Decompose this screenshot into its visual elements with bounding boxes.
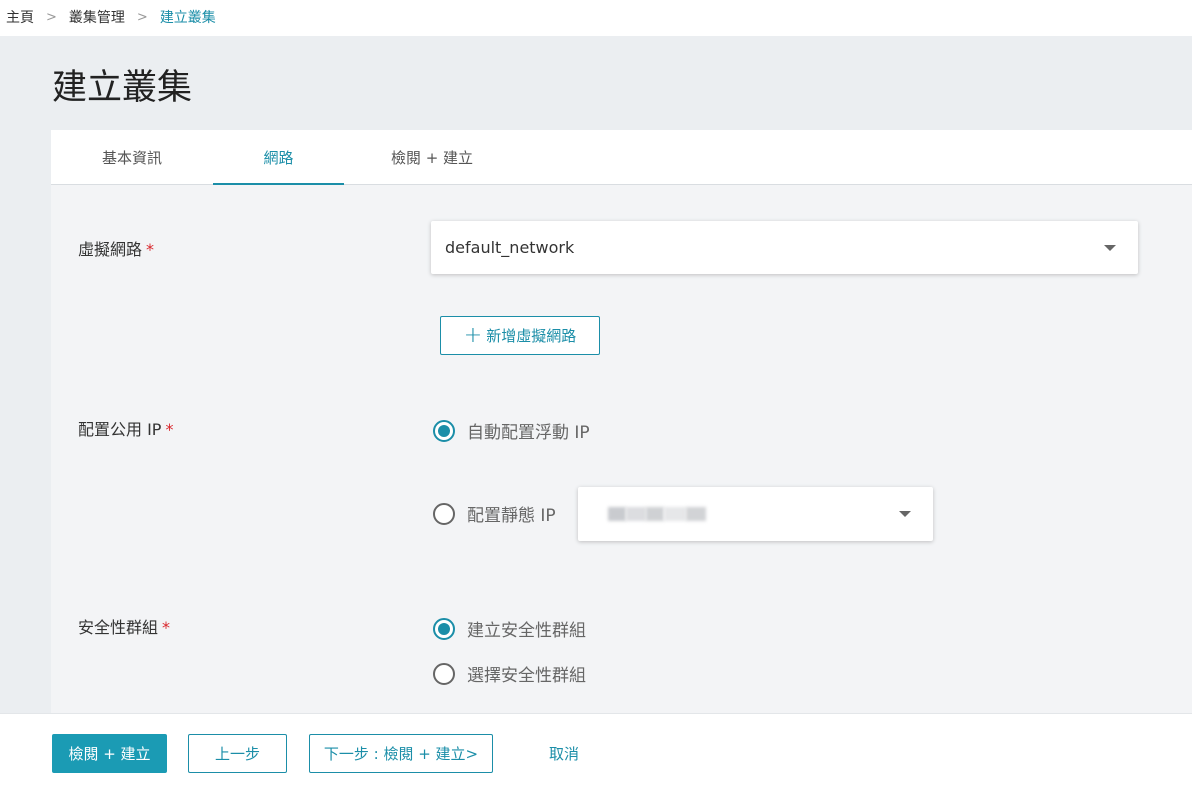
radio-auto-floating-ip-label: 自動配置浮動 IP bbox=[467, 423, 590, 443]
tab-review-create[interactable]: 檢閱 + 建立 bbox=[365, 130, 499, 184]
radio-create-security-group-label: 建立安全性群組 bbox=[467, 621, 586, 641]
breadcrumb-separator: > bbox=[46, 9, 57, 25]
breadcrumb: 主頁 > 叢集管理 > 建立叢集 bbox=[6, 0, 216, 34]
cancel-button[interactable]: 取消 bbox=[530, 734, 598, 773]
tab-bar: 基本資訊 網路 檢閱 + 建立 bbox=[51, 130, 1192, 185]
breadcrumb-separator: > bbox=[136, 9, 148, 25]
previous-button[interactable]: 上一步 bbox=[188, 734, 287, 773]
required-mark: * bbox=[162, 618, 171, 637]
breadcrumb-home[interactable]: 主頁 bbox=[6, 7, 34, 27]
security-group-label-text: 安全性群組 bbox=[78, 618, 159, 637]
static-ip-select[interactable] bbox=[578, 487, 933, 541]
radio-create-security-group[interactable]: 建立安全性群組 bbox=[433, 616, 586, 641]
required-mark: * bbox=[165, 420, 174, 439]
tab-basic-info[interactable]: 基本資訊 bbox=[65, 130, 199, 184]
review-create-button[interactable]: 檢閱 + 建立 bbox=[52, 734, 167, 773]
breadcrumb-current: 建立叢集 bbox=[159, 10, 216, 26]
next-button[interactable]: 下一步 : 檢閱 + 建立> bbox=[309, 734, 493, 773]
radio-button-checked[interactable] bbox=[433, 617, 455, 640]
virtual-network-label: 虛擬網路 * bbox=[78, 236, 154, 260]
virtual-network-select[interactable]: default_network bbox=[431, 221, 1138, 274]
add-virtual-network-button[interactable]: + 新增虛擬網路 bbox=[440, 316, 600, 355]
radio-auto-floating-ip[interactable]: 自動配置浮動 IP bbox=[433, 418, 590, 443]
page-title: 建立叢集 bbox=[52, 68, 193, 108]
public-ip-label: 配置公用 IP * bbox=[78, 416, 173, 440]
radio-button-unchecked[interactable] bbox=[433, 662, 455, 685]
action-bar: 檢閱 + 建立 上一步 下一步 : 檢閱 + 建立> 取消 bbox=[0, 713, 1192, 788]
security-group-label: 安全性群組 * bbox=[78, 614, 170, 638]
radio-button-checked[interactable] bbox=[433, 419, 455, 442]
radio-static-ip[interactable]: 配置靜態 IP bbox=[433, 501, 556, 526]
virtual-network-label-text: 虛擬網路 bbox=[78, 240, 143, 259]
plus-icon: + bbox=[463, 322, 483, 348]
required-mark: * bbox=[146, 240, 155, 259]
wizard-card: 基本資訊 網路 檢閱 + 建立 虛擬網路 * default_network + … bbox=[51, 130, 1192, 713]
public-ip-label-text: 配置公用 IP bbox=[78, 420, 162, 439]
radio-select-security-group[interactable]: 選擇安全性群組 bbox=[433, 661, 586, 686]
virtual-network-value: default_network bbox=[445, 238, 575, 257]
radio-static-ip-label: 配置靜態 IP bbox=[467, 506, 556, 526]
chevron-down-icon bbox=[1104, 244, 1116, 251]
chevron-down-icon bbox=[899, 511, 911, 517]
radio-button-unchecked[interactable] bbox=[433, 502, 455, 525]
static-ip-value-redacted bbox=[608, 507, 899, 521]
add-virtual-network-label: 新增虛擬網路 bbox=[486, 327, 577, 345]
breadcrumb-cluster-management[interactable]: 叢集管理 bbox=[69, 7, 125, 27]
radio-select-security-group-label: 選擇安全性群組 bbox=[467, 666, 586, 686]
tab-network[interactable]: 網路 bbox=[213, 130, 344, 185]
